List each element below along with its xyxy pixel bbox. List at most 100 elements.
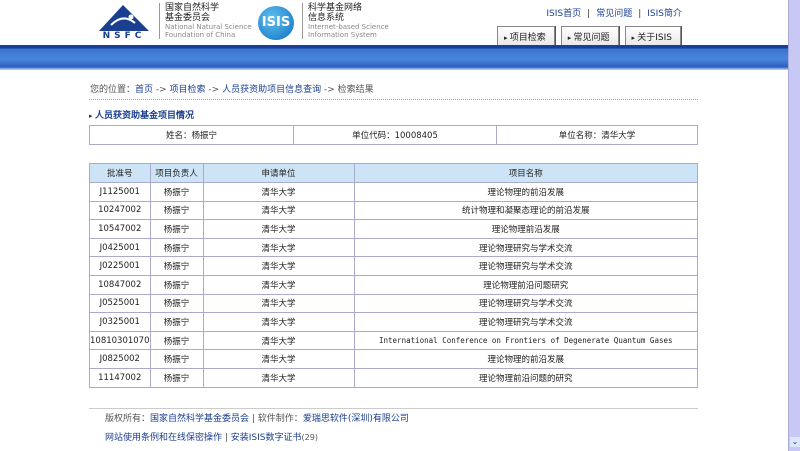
cell-unit: 清华大学 [202, 312, 355, 332]
cell-project-name: 统计物理和凝聚态理论的前沿发展 [353, 200, 698, 221]
tab-about-isis[interactable]: 关于ISIS [624, 26, 682, 45]
cell-approval-no: J0525001 [89, 293, 151, 314]
cell-unit: 清华大学 [202, 367, 355, 388]
person-info-table: 姓名：杨振宁 单位代码：10008405 单位名称：清华大学 [89, 125, 698, 145]
cell-unit: 清华大学 [202, 256, 355, 276]
col-header-leader: 项目负责人 [149, 163, 204, 183]
table-row: J0325001 杨振宁 清华大学 理论物理研究与学术交流 [89, 312, 698, 332]
cell-leader: 杨振宁 [149, 330, 204, 351]
header: NSFC 国家自然科学 基金委员会 National Natural Scien… [0, 0, 788, 46]
table-row: 10247002 杨振宁 清华大学 统计物理和凝聚态理论的前沿发展 [89, 200, 698, 221]
breadcrumb-current: 检索结果 [337, 85, 374, 95]
org-name: 国家自然科学 基金委员会 National Natural Science Fo… [165, 3, 252, 39]
cell-leader: 杨振宁 [149, 349, 204, 369]
table-row: 11147002 杨振宁 清华大学 理论物理前沿问题的研究 [89, 367, 698, 388]
breadcrumb-home[interactable]: 首页 [135, 85, 153, 95]
org-en-2: Foundation of China [165, 31, 236, 39]
breadcrumb-prefix: 您的位置： [90, 85, 136, 95]
cell-project-name: 理论物理前沿问题研究 [353, 274, 698, 295]
top-links: ISIS首页 | 常见问题 | ISIS简介 [546, 9, 682, 19]
link-isis-about[interactable]: ISIS简介 [647, 9, 682, 19]
cell-leader: 杨振宁 [149, 367, 204, 388]
footer-copyright: 版权所有：国家自然科学基金委员会 | 软件制作：爱瑞思软件(深圳)有限公司 [105, 411, 409, 424]
cell-leader: 杨振宁 [149, 256, 204, 276]
cell-project-name: 理论物理前沿问题的研究 [353, 367, 698, 388]
scroll-down-arrow-icon[interactable]: ⌄ [790, 437, 800, 447]
breadcrumb-sep: -> [321, 85, 338, 95]
cell-unit: 清华大学 [202, 293, 355, 314]
software-label: 软件制作： [257, 414, 303, 424]
person-name: 姓名：杨振宁 [89, 125, 294, 145]
cell-leader: 杨振宁 [149, 274, 204, 295]
breadcrumb-project-search[interactable]: 项目检索 [170, 85, 206, 95]
cert-count: (29) [301, 433, 318, 442]
org-cn-2: 基金委员会 [165, 13, 211, 23]
terms-link[interactable]: 网站使用条例和在线保密操作 [105, 433, 222, 443]
cell-project-name: 理论物理研究与学术交流 [353, 293, 698, 314]
footer-sep: | [222, 433, 231, 443]
vertical-scrollbar[interactable]: ⌄ [788, 0, 800, 451]
sys-cn-2: 信息系统 [308, 13, 345, 23]
projects-table: 批准号 项目负责人 申请单位 项目名称 J1125001 杨振宁 清华大学 理论物理的… [89, 163, 698, 388]
footer-links: 网站使用条例和在线保密操作 | 安装ISIS数字证书(29) [105, 430, 318, 443]
cell-project-name: 理论物理的前沿发展 [353, 349, 698, 369]
cell-leader: 杨振宁 [149, 312, 204, 332]
tab-faq[interactable]: 常见问题 [560, 26, 619, 45]
footer-sep: | [249, 414, 258, 424]
sys-en-2: Information System [308, 31, 377, 39]
link-isis-home[interactable]: ISIS首页 [546, 9, 581, 19]
breadcrumb: 您的位置：首页 -> 项目检索 -> 人员获资助项目信息查询 -> 检索结果 [90, 82, 374, 95]
breadcrumb-sep: -> [205, 85, 223, 95]
cell-unit: 清华大学 [202, 200, 355, 221]
unit-code: 单位代码：10008405 [293, 125, 497, 145]
sys-en-1: Internet-based Science [308, 23, 389, 31]
cell-unit: 清华大学 [202, 274, 355, 295]
copyright-label: 版权所有： [105, 414, 151, 424]
cell-approval-no: J1125001 [89, 182, 151, 202]
col-header-project-name: 项目名称 [353, 163, 698, 183]
nsfc-logo-text: NSFC [102, 31, 146, 41]
cell-approval-no: J0325001 [89, 312, 151, 332]
cell-leader: 杨振宁 [149, 237, 204, 258]
tab-project-search[interactable]: 项目检索 [497, 26, 555, 45]
cell-approval-no: 11147002 [89, 367, 151, 388]
software-org-link[interactable]: 爱瑞思软件(深圳)有限公司 [303, 414, 409, 424]
cell-approval-no: J0425001 [89, 237, 151, 258]
header-band [0, 45, 788, 70]
table-row: 10810301070 杨振宁 清华大学 International Conferen… [89, 330, 698, 351]
divider [89, 99, 698, 100]
cell-project-name: 理论物理研究与学术交流 [353, 312, 698, 332]
cell-leader: 杨振宁 [149, 219, 204, 239]
cell-approval-no: 10247002 [89, 200, 151, 221]
copyright-org-link[interactable]: 国家自然科学基金委员会 [150, 414, 249, 424]
table-row: J0225001 杨振宁 清华大学 理论物理研究与学术交流 [89, 256, 698, 276]
table-row: 10847002 杨振宁 清华大学 理论物理前沿问题研究 [89, 274, 698, 295]
cell-project-name: 理论物理的前沿发展 [353, 182, 698, 202]
org-cn-1: 国家自然科学 [165, 3, 220, 13]
cell-leader: 杨振宁 [149, 182, 204, 202]
table-row: J0825002 杨振宁 清华大学 理论物理的前沿发展 [89, 349, 698, 369]
cell-approval-no: 10847002 [89, 274, 151, 295]
sys-cn-1: 科学基金网络 [308, 3, 363, 13]
unit-name: 单位名称：清华大学 [496, 125, 698, 145]
link-faq[interactable]: 常见问题 [596, 9, 632, 19]
cell-unit: 清华大学 [202, 182, 355, 202]
cell-leader: 杨振宁 [149, 293, 204, 314]
section-title: 人员获资助基金项目情况 [89, 108, 194, 121]
breadcrumb-person-query[interactable]: 人员获资助项目信息查询 [222, 85, 321, 95]
org-en-1: National Natural Science [165, 23, 252, 31]
cell-project-name: 理论物理研究与学术交流 [353, 237, 698, 258]
cell-project-name: International Conference on Frontiers of… [353, 330, 698, 351]
footer-divider [89, 408, 698, 409]
isis-logo: ISIS [258, 6, 294, 40]
install-cert-link[interactable]: 安装ISIS数字证书 [231, 433, 302, 443]
cell-approval-no: J0225001 [89, 256, 151, 276]
system-name: 科学基金网络 信息系统 Internet-based Science Infor… [308, 3, 389, 39]
cell-approval-no: 10810301070 [89, 330, 151, 351]
cell-unit: 清华大学 [202, 219, 355, 239]
breadcrumb-sep: -> [153, 85, 170, 95]
cell-approval-no: 10547002 [89, 219, 151, 239]
cell-approval-no: J0825002 [89, 349, 151, 369]
cell-project-name: 理论物理研究与学术交流 [353, 256, 698, 276]
table-row: J0525001 杨振宁 清华大学 理论物理研究与学术交流 [89, 293, 698, 314]
